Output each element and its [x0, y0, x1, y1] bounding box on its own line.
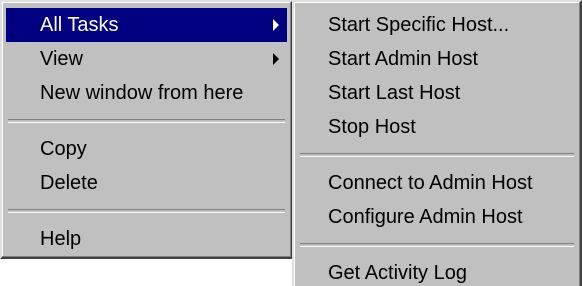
all-tasks-submenu: Start Specific Host... Start Admin Host …: [292, 0, 582, 286]
menu-item-new-window-from-here[interactable]: New window from here: [6, 76, 287, 110]
menu-item-delete[interactable]: Delete: [6, 166, 287, 200]
menu-item-label: Get Activity Log: [328, 262, 467, 284]
menu-separator: [300, 153, 574, 157]
menu-item-help[interactable]: Help: [6, 222, 287, 256]
menu-item-label: Start Last Host: [328, 82, 461, 104]
menu-item-label: Start Specific Host...: [328, 14, 510, 36]
menu-item-start-admin-host[interactable]: Start Admin Host: [298, 42, 576, 76]
screen: All Tasks View New window from here Copy…: [0, 0, 582, 286]
menu-item-label: All Tasks: [40, 14, 119, 36]
menu-item-label: Delete: [40, 172, 98, 194]
menu-item-label: New window from here: [40, 82, 244, 104]
menu-separator: [300, 243, 574, 247]
menu-item-start-specific-host[interactable]: Start Specific Host...: [298, 8, 576, 42]
menu-item-label: Connect to Admin Host: [328, 172, 533, 194]
menu-item-get-activity-log[interactable]: Get Activity Log: [298, 256, 576, 286]
menu-item-label: Stop Host: [328, 116, 416, 138]
menu-item-label: Copy: [40, 138, 87, 160]
context-menu: All Tasks View New window from here Copy…: [0, 0, 293, 259]
menu-item-all-tasks[interactable]: All Tasks: [6, 8, 287, 42]
menu-item-label: Start Admin Host: [328, 48, 479, 70]
menu-item-copy[interactable]: Copy: [6, 132, 287, 166]
menu-separator: [8, 209, 285, 213]
menu-item-label: Configure Admin Host: [328, 206, 523, 228]
menu-item-stop-host[interactable]: Stop Host: [298, 110, 576, 144]
menu-item-view[interactable]: View: [6, 42, 287, 76]
menu-item-label: View: [40, 48, 83, 70]
submenu-arrow-icon: [273, 53, 279, 65]
menu-item-label: Help: [40, 228, 82, 250]
submenu-arrow-icon: [273, 19, 279, 31]
menu-item-connect-to-admin-host[interactable]: Connect to Admin Host: [298, 166, 576, 200]
menu-item-configure-admin-host[interactable]: Configure Admin Host: [298, 200, 576, 234]
menu-separator: [8, 119, 285, 123]
menu-item-start-last-host[interactable]: Start Last Host: [298, 76, 576, 110]
